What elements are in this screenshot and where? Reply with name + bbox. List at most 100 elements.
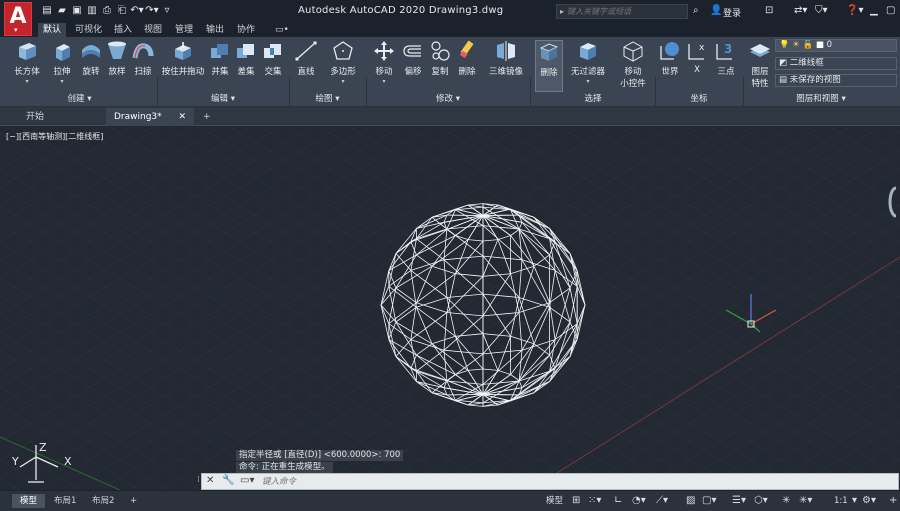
loft-tool[interactable]: 放样	[104, 40, 130, 77]
presspull-tool[interactable]: 按住并拖动	[160, 40, 206, 77]
erase-tool[interactable]: 删除	[454, 40, 480, 77]
app-menu-button[interactable]: A ▾	[4, 2, 32, 36]
line-tool[interactable]: 直线	[293, 40, 319, 77]
no-filter-tool[interactable]: 无过滤器 ▾	[568, 40, 608, 85]
tab-extra[interactable]: ▭•	[270, 23, 294, 37]
plus-icon[interactable]: +	[889, 495, 897, 507]
ucs-3point-tool[interactable]: 3 三点	[714, 40, 738, 77]
visual-style-dropdown[interactable]: ◩ 二维线框	[775, 57, 897, 70]
viewport-controls[interactable]: [−][西南等轴测][二维线框]	[6, 131, 103, 142]
move-gizmo-tool[interactable]: 移动 小控件	[615, 40, 651, 89]
sweep-tool[interactable]: 扫掠	[130, 40, 156, 77]
object-snap-icon[interactable]: ▢▾	[702, 495, 716, 507]
culling-tool[interactable]: 删除	[535, 40, 563, 92]
tab-insert[interactable]: 插入	[109, 23, 137, 37]
panel-layers-label[interactable]: 图层和视图 ▾	[744, 92, 898, 106]
start-tab-label: 开始	[26, 112, 45, 122]
search-input[interactable]	[567, 7, 678, 16]
tab-collaborate[interactable]: 协作	[232, 23, 260, 37]
subtract-tool[interactable]: 差集	[234, 40, 258, 77]
snap-icon[interactable]: ⁙▾	[588, 495, 601, 507]
help-icon[interactable]: ❓▾	[846, 5, 863, 17]
qat-dropdown-icon[interactable]: ▿	[160, 5, 174, 17]
panel-draw-label[interactable]: 绘图 ▾	[290, 92, 365, 106]
extrude-tool[interactable]: 拉伸 ▾	[48, 40, 76, 85]
command-line[interactable]: ⁞ ✕ 🔧 ▭▾	[197, 473, 899, 490]
offset-tool[interactable]: 偏移	[400, 40, 426, 77]
undo-icon[interactable]: ↶▾	[130, 5, 144, 17]
cart-icon[interactable]: ⊡	[765, 5, 773, 17]
user-icon[interactable]: 👤	[710, 5, 722, 17]
maximize-icon[interactable]: ▢	[886, 5, 895, 17]
minimize-icon[interactable]: ▁	[870, 5, 878, 17]
tab-default[interactable]: 默认	[38, 23, 67, 37]
tab-view[interactable]: 视图	[139, 23, 167, 37]
box-tool[interactable]: 长方体 ▾	[12, 40, 42, 85]
exchange-icon[interactable]: ⇄▾	[794, 5, 807, 17]
saved-view-dropdown[interactable]: ▤ 未保存的视图	[775, 74, 897, 87]
layout-tab-model[interactable]: 模型	[12, 494, 46, 508]
ribbon-tabs: 默认 可视化 插入 视图 管理 输出 协作 ▭•	[0, 23, 900, 37]
redo-icon[interactable]: ↷▾	[145, 5, 159, 17]
union-icon	[211, 44, 228, 58]
drawing-tab-label: Drawing3*	[114, 112, 162, 122]
mirror3d-tool[interactable]: 三维镜像	[486, 40, 526, 77]
command-prompt-icon[interactable]: ▭▾	[240, 475, 254, 486]
lineweight-icon[interactable]: ☰▾	[732, 495, 746, 507]
new-tab-button[interactable]: +	[197, 108, 217, 126]
ucs-gizmo[interactable]	[725, 294, 777, 333]
tab-manage[interactable]: 管理	[170, 23, 198, 37]
grid-icon[interactable]: ⊞	[572, 495, 580, 507]
union-tool[interactable]: 并集	[208, 40, 232, 77]
panel-edit-label[interactable]: 编辑 ▾	[158, 92, 288, 106]
grip-icon[interactable]: ⁞	[197, 475, 200, 485]
open-icon[interactable]: ▰	[55, 5, 69, 17]
scale-dropdown[interactable]: 1:1	[834, 495, 848, 507]
model-space-button[interactable]: 模型	[546, 495, 563, 507]
network-icon[interactable]: ⛉▾	[815, 5, 828, 17]
isodraft-icon[interactable]: ⟋▾	[656, 495, 668, 507]
selection-cycle-icon[interactable]: ⬡▾	[754, 495, 768, 507]
panel-modify-label[interactable]: 修改 ▾	[367, 92, 529, 106]
tab-output[interactable]: 输出	[201, 23, 229, 37]
layout-tab-1[interactable]: 布局1	[46, 494, 84, 508]
new-icon[interactable]: ▤	[40, 5, 54, 17]
ucs-x-tool[interactable]: x X	[686, 40, 708, 75]
drawing-tab[interactable]: Drawing3* ✕	[106, 108, 194, 126]
add-layout-button[interactable]: +	[122, 494, 145, 508]
close-icon[interactable]: ✕	[206, 475, 214, 486]
gear-icon[interactable]: ⚙▾	[862, 495, 876, 507]
chevron-down-icon[interactable]: ▾	[852, 495, 857, 507]
annotation-icon[interactable]: ✳	[782, 495, 790, 507]
close-icon[interactable]: ✕	[178, 108, 186, 126]
publish-icon[interactable]: ⎙	[100, 5, 114, 17]
revolve-tool[interactable]: 旋转	[78, 40, 104, 77]
command-input[interactable]	[262, 476, 862, 488]
viewcube-ring[interactable]	[888, 186, 897, 218]
tab-visualize[interactable]: 可视化	[70, 23, 107, 37]
polygon-tool[interactable]: 多边形 ▾	[328, 40, 358, 85]
layer-properties-tool[interactable]: 图层 特性	[747, 40, 773, 89]
panel-create-label[interactable]: 创建 ▾	[2, 92, 157, 106]
polar-icon[interactable]: ◔▾	[632, 495, 646, 507]
world-ucs-tool[interactable]: 世界	[658, 40, 682, 77]
search-icon[interactable]: ⌕	[693, 5, 699, 17]
customize-icon[interactable]: 🔧	[222, 475, 234, 486]
save-icon[interactable]: ▣	[70, 5, 84, 17]
saveas-icon[interactable]: ▥	[85, 5, 99, 17]
move-tool[interactable]: 移动 ▾	[371, 40, 397, 85]
start-tab[interactable]: 开始	[18, 108, 98, 126]
layers-icon	[750, 44, 770, 57]
search-box[interactable]: ▸	[556, 4, 688, 19]
login-link[interactable]: 登录	[723, 6, 741, 19]
ortho-icon[interactable]: ∟	[614, 495, 622, 507]
annotation-scale-icon[interactable]: ✳▾	[799, 495, 812, 507]
intersect-tool[interactable]: 交集	[261, 40, 285, 77]
drawing-viewport[interactable]: [−][西南等轴测][二维线框] Z Y X	[0, 127, 900, 490]
print-icon[interactable]: ⎗	[115, 5, 129, 17]
layout-tab-2[interactable]: 布局2	[84, 494, 122, 508]
osnap-icon[interactable]: ▨	[686, 495, 695, 507]
visual-style-icon: ◩	[779, 58, 788, 68]
layer-dropdown[interactable]: 💡 ☀ 🔓 ■ 0	[775, 39, 897, 52]
copy-tool[interactable]: 复制	[427, 40, 453, 77]
